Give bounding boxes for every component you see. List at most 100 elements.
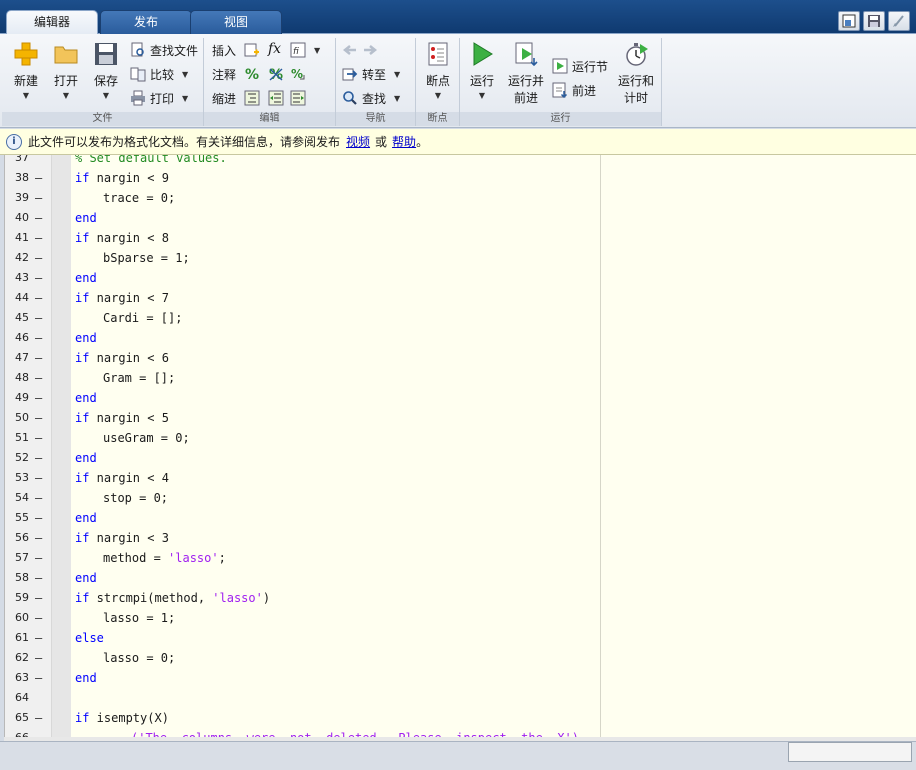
increase-indent-button[interactable] <box>290 88 306 108</box>
breakpoint-marker[interactable]: – <box>35 228 45 248</box>
code-line[interactable]: 48– Gram = []; <box>5 368 916 388</box>
code-line[interactable]: 45– Cardi = []; <box>5 308 916 328</box>
code-line[interactable]: 57– method = 'lasso'; <box>5 548 916 568</box>
advance-button[interactable]: 前进 <box>552 80 596 100</box>
code-line[interactable]: 49– end <box>5 388 916 408</box>
breakpoint-marker[interactable]: – <box>35 288 45 308</box>
code-line[interactable]: 58– end <box>5 568 916 588</box>
uncomment-button[interactable]: % <box>268 64 284 84</box>
clear-button[interactable] <box>888 11 910 31</box>
back-arrow-icon[interactable] <box>342 42 358 58</box>
breakpoint-marker[interactable]: – <box>35 408 45 428</box>
run-and-time-button[interactable]: 运行和 计时 <box>614 40 658 106</box>
decrease-indent-button[interactable] <box>268 88 284 108</box>
code-line[interactable]: 64 <box>5 688 916 708</box>
insert-section-button[interactable] <box>244 40 260 60</box>
code-line[interactable]: 51– useGram = 0; <box>5 428 916 448</box>
tab-view[interactable]: 视图 <box>190 10 282 34</box>
code-line[interactable]: 63– end <box>5 668 916 688</box>
code-line[interactable]: 50– if nargin < 5 <box>5 408 916 428</box>
breakpoint-marker[interactable]: – <box>35 168 45 188</box>
run-and-advance-button[interactable]: 运行并 前进 <box>504 40 548 106</box>
breakpoint-marker[interactable]: – <box>35 668 45 688</box>
breakpoint-marker[interactable]: – <box>35 728 45 737</box>
breakpoint-marker[interactable]: – <box>35 588 45 608</box>
keyword-token: if <box>75 411 90 425</box>
breakpoint-marker[interactable]: – <box>35 488 45 508</box>
insert-variable-button[interactable]: fi ▼ <box>290 40 320 60</box>
insert-function-button[interactable]: fx <box>268 39 281 59</box>
breakpoint-marker[interactable]: – <box>35 468 45 488</box>
code-line[interactable]: 59– if strcmpi(method, 'lasso') <box>5 588 916 608</box>
code-token: nargin < 4 <box>89 471 169 485</box>
code-line[interactable]: 66– ('The columns were not deleted. Pleas… <box>5 728 916 737</box>
tab-publish[interactable]: 发布 <box>100 10 192 34</box>
save-button[interactable]: 保存 ▼ <box>86 40 126 100</box>
tab-editor[interactable]: 编辑器 <box>6 10 98 35</box>
breakpoint-marker[interactable]: – <box>35 348 45 368</box>
floppy-icon <box>95 43 117 65</box>
code-line[interactable]: 38– if nargin < 9 <box>5 168 916 188</box>
breakpoint-marker[interactable]: – <box>35 568 45 588</box>
breakpoint-marker[interactable]: – <box>35 428 45 448</box>
new-button[interactable]: 新建 ▼ <box>6 40 46 100</box>
code-line[interactable]: 65– if isempty(X) <box>5 708 916 728</box>
line-number: 52 <box>15 451 29 464</box>
code-line[interactable]: 46– end <box>5 328 916 348</box>
video-link[interactable]: 视频 <box>346 135 370 149</box>
breakpoint-marker[interactable]: – <box>35 268 45 288</box>
open-button[interactable]: 打开 ▼ <box>46 40 86 100</box>
code-line[interactable]: 61– else <box>5 628 916 648</box>
layout-button[interactable] <box>838 11 860 31</box>
compare-button[interactable]: 比较 ▼ <box>130 64 188 84</box>
quick-save-button[interactable] <box>863 11 885 31</box>
code-line[interactable]: 39– trace = 0; <box>5 188 916 208</box>
code-line[interactable]: 37 % Set default values. <box>5 155 916 168</box>
code-line[interactable]: 60– lasso = 1; <box>5 608 916 628</box>
breakpoint-marker[interactable]: – <box>35 548 45 568</box>
breakpoint-marker[interactable]: – <box>35 368 45 388</box>
code-line[interactable]: 56– if nargin < 3 <box>5 528 916 548</box>
code-editor[interactable]: 37% Set default values. 38– if nargin < 93… <box>4 155 916 737</box>
wrap-comment-button[interactable]: % <box>290 64 306 84</box>
code-line[interactable]: 55– end <box>5 508 916 528</box>
breakpoint-marker[interactable]: – <box>35 528 45 548</box>
keyword-token: end <box>75 211 97 225</box>
forward-arrow-icon[interactable] <box>362 42 378 58</box>
comment-button[interactable]: % <box>244 64 260 84</box>
breakpoint-marker[interactable]: – <box>35 648 45 668</box>
run-button[interactable]: 运行 ▼ <box>462 40 502 100</box>
code-line[interactable]: 54– stop = 0; <box>5 488 916 508</box>
breakpoint-marker[interactable]: – <box>35 388 45 408</box>
find-button[interactable]: 查找 ▼ <box>342 88 400 108</box>
find-files-button[interactable]: 查找文件 <box>130 40 198 60</box>
code-line[interactable]: 41– if nargin < 8 <box>5 228 916 248</box>
code-line[interactable]: 43– end <box>5 268 916 288</box>
code-line[interactable]: 52– end <box>5 448 916 468</box>
breakpoint-marker[interactable]: – <box>35 308 45 328</box>
breakpoint-marker[interactable]: – <box>35 448 45 468</box>
code-text: trace = 0; <box>103 188 175 208</box>
print-button[interactable]: 打印 ▼ <box>130 88 188 108</box>
breakpoint-marker[interactable]: – <box>35 708 45 728</box>
breakpoints-button[interactable]: 断点 ▼ <box>418 40 458 100</box>
print-label: 打印 <box>150 91 175 106</box>
code-line[interactable]: 44– if nargin < 7 <box>5 288 916 308</box>
smart-indent-button[interactable] <box>244 88 260 108</box>
breakpoint-marker[interactable]: – <box>35 628 45 648</box>
code-line[interactable]: 42– bSparse = 1; <box>5 248 916 268</box>
breakpoint-marker[interactable]: – <box>35 328 45 348</box>
breakpoint-marker[interactable]: – <box>35 608 45 628</box>
help-link[interactable]: 帮助 <box>392 133 416 150</box>
breakpoint-marker[interactable]: – <box>35 208 45 228</box>
code-line[interactable]: 62– lasso = 0; <box>5 648 916 668</box>
run-section-button[interactable]: 运行节 <box>552 56 608 76</box>
breakpoint-marker[interactable]: – <box>35 248 45 268</box>
code-line[interactable]: 47– if nargin < 6 <box>5 348 916 368</box>
back-forward <box>342 40 378 60</box>
code-line[interactable]: 40– end <box>5 208 916 228</box>
breakpoint-marker[interactable]: – <box>35 508 45 528</box>
goto-button[interactable]: 转至 ▼ <box>342 64 400 84</box>
breakpoint-marker[interactable]: – <box>35 188 45 208</box>
code-line[interactable]: 53– if nargin < 4 <box>5 468 916 488</box>
